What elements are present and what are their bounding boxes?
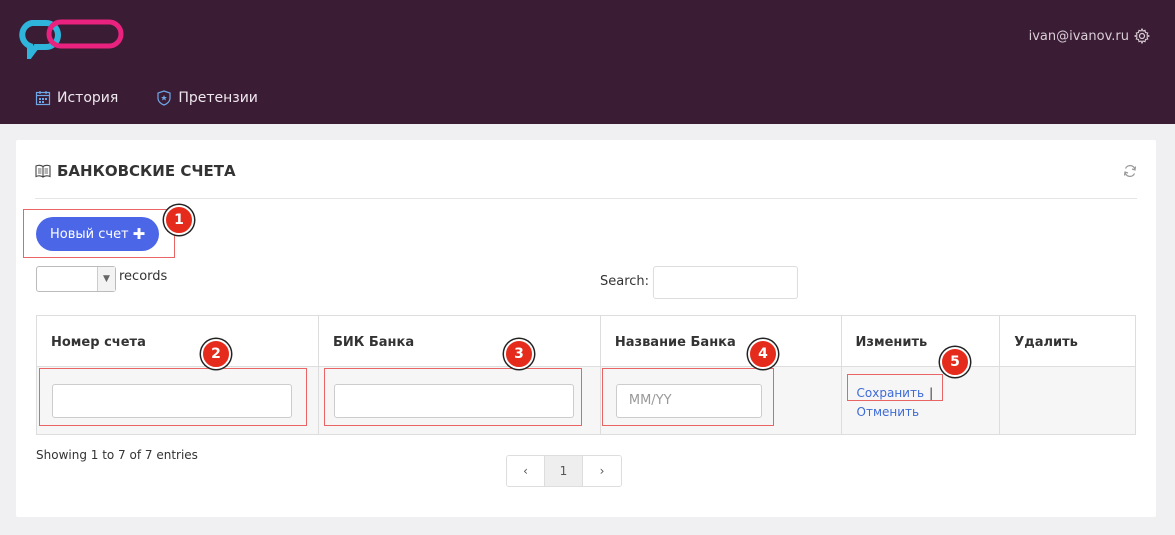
bik-field[interactable] xyxy=(333,383,574,418)
title-divider xyxy=(35,198,1137,199)
search-label: Search: xyxy=(600,274,650,289)
col-edit[interactable]: Изменить xyxy=(840,315,1001,367)
link-separator: | xyxy=(929,386,934,400)
delete-cell xyxy=(999,366,1136,435)
shield-icon xyxy=(157,90,171,106)
page-1-button[interactable]: 1 xyxy=(545,456,583,486)
nav-label-claims: Претензии xyxy=(178,90,258,106)
nav-item-history[interactable]: История xyxy=(35,90,118,106)
main-nav: История Претензии xyxy=(35,90,258,106)
new-account-label: Новый счет xyxy=(50,226,129,242)
nav-item-claims[interactable]: Претензии xyxy=(156,90,258,106)
edit-cell: Сохранить | Отменить xyxy=(840,366,1001,435)
gear-icon[interactable] xyxy=(1134,28,1150,44)
nav-label-history: История xyxy=(57,90,119,106)
account-number-field[interactable] xyxy=(52,383,292,418)
table-row: MM/YY Сохранить | Отменить xyxy=(36,366,1136,435)
pagination: ‹ 1 › xyxy=(506,455,622,487)
col-bik[interactable]: БИК Банка xyxy=(317,315,601,367)
annotation-marker-2: 2 xyxy=(201,339,231,369)
bank-name-field[interactable]: MM/YY xyxy=(615,383,762,418)
calendar-icon xyxy=(35,91,51,106)
search-input[interactable] xyxy=(653,266,798,299)
records-label: records xyxy=(119,269,168,284)
prev-page-button[interactable]: ‹ xyxy=(507,456,545,486)
annotation-marker-3: 3 xyxy=(504,339,534,369)
records-per-page-select[interactable]: ▼ xyxy=(36,266,116,292)
top-header: ivan@ivanov.ru История Претензии xyxy=(0,0,1175,124)
user-email[interactable]: ivan@ivanov.ru xyxy=(1029,29,1129,44)
chevron-down-icon: ▼ xyxy=(97,267,115,291)
refresh-icon[interactable] xyxy=(1123,164,1137,178)
plus-icon: ✚ xyxy=(132,225,146,243)
bik-cell xyxy=(317,366,601,435)
accounts-table: Номер счета БИК Банка Название Банка Изм… xyxy=(36,315,1136,435)
save-link[interactable]: Сохранить xyxy=(857,386,925,400)
new-account-button[interactable]: Новый счет ✚ xyxy=(36,217,160,251)
annotation-marker-4: 4 xyxy=(748,339,778,369)
card-title: БАНКОВСКИЕ СЧЕТА xyxy=(35,162,236,180)
card-title-text: БАНКОВСКИЕ СЧЕТА xyxy=(57,162,236,180)
next-page-button[interactable]: › xyxy=(583,456,621,486)
bank-accounts-card: БАНКОВСКИЕ СЧЕТА Новый счет ✚ ▼ records … xyxy=(16,140,1156,517)
logo[interactable] xyxy=(14,17,126,59)
annotation-marker-1: 1 xyxy=(164,205,194,235)
account-number-cell xyxy=(36,366,319,435)
cancel-link[interactable]: Отменить xyxy=(857,405,920,419)
annotation-marker-5: 5 xyxy=(940,347,970,377)
book-icon xyxy=(35,164,51,178)
col-account-number[interactable]: Номер счета xyxy=(36,315,319,367)
col-bank-name[interactable]: Название Банка xyxy=(599,315,842,367)
bank-name-cell: MM/YY xyxy=(599,366,842,435)
entries-info: Showing 1 to 7 of 7 entries xyxy=(36,448,198,462)
col-delete[interactable]: Удалить xyxy=(999,315,1136,367)
